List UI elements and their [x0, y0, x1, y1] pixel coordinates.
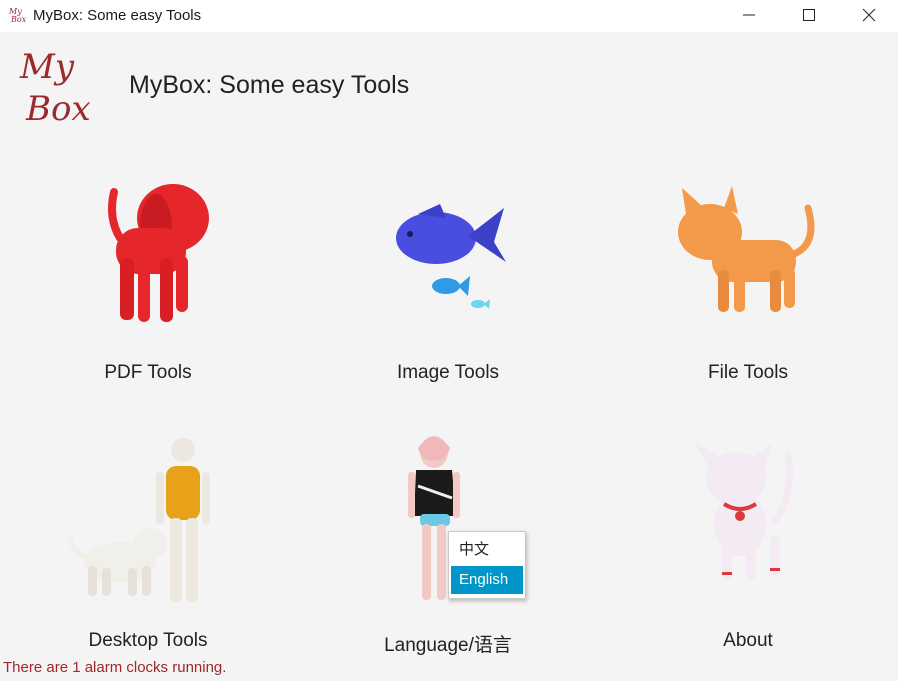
minimize-button[interactable] [720, 0, 778, 30]
language-label: Language/语言 [384, 635, 512, 656]
about-button[interactable]: About [628, 426, 868, 656]
image-tools-button[interactable]: Image Tools [328, 158, 568, 388]
svg-text:Box: Box [10, 15, 26, 24]
desktop-tools-button[interactable]: Desktop Tools [28, 426, 268, 656]
language-menu-item-chinese[interactable]: 中文 [451, 536, 523, 564]
window-title-bar: My Box MyBox: Some easy Tools [0, 0, 898, 33]
file-tools-button[interactable]: File Tools [628, 158, 868, 388]
orange-cat-icon [678, 186, 815, 312]
language-menu: 中文 English [448, 531, 526, 599]
window-title: MyBox: Some easy Tools [33, 7, 202, 24]
svg-text:My: My [19, 47, 75, 87]
app-icon: My Box [8, 7, 26, 24]
image-tools-label: Image Tools [396, 362, 500, 383]
status-message: There are 1 alarm clocks running. [3, 659, 227, 676]
maximize-button[interactable] [780, 0, 838, 30]
desktop-tools-label: Desktop Tools [88, 630, 208, 651]
man-and-dog-icon [67, 438, 210, 602]
red-dog-icon [108, 184, 209, 322]
fish-icon [396, 204, 506, 309]
pdf-tools-button[interactable]: PDF Tools [28, 158, 268, 388]
language-menu-item-english[interactable]: English [451, 566, 523, 594]
close-icon [862, 8, 876, 22]
maximize-icon [803, 9, 815, 21]
file-tools-label: File Tools [708, 362, 788, 383]
white-cat-icon [694, 442, 793, 580]
minimize-icon [743, 14, 755, 16]
app-title: MyBox: Some easy Tools [129, 71, 410, 99]
about-label: About [723, 630, 773, 651]
pdf-tools-label: PDF Tools [104, 362, 192, 383]
mybox-logo: My Box [19, 47, 91, 128]
svg-text:Box: Box [25, 89, 91, 128]
close-button[interactable] [840, 0, 898, 30]
